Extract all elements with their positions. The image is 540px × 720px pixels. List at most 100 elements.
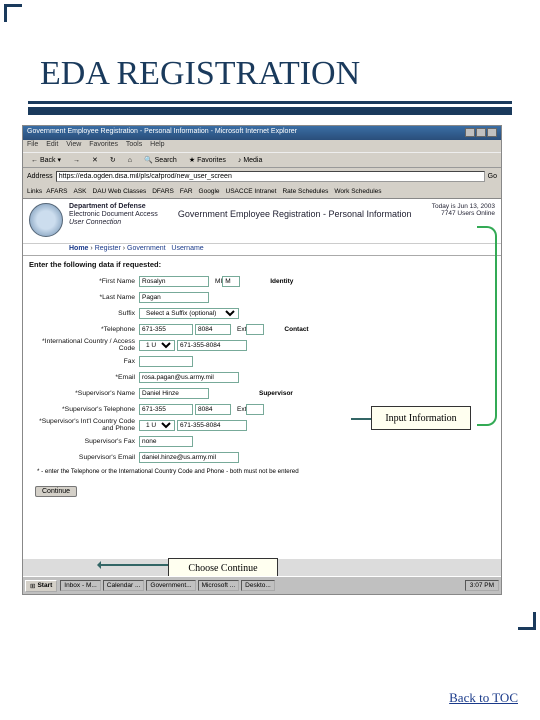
- minimize-icon[interactable]: [465, 128, 475, 137]
- favorites-button[interactable]: ★ Favorites: [185, 155, 230, 165]
- media-button[interactable]: ♪ Media: [234, 156, 267, 165]
- sup-phone-label: *Supervisor's Telephone: [29, 406, 139, 413]
- phone-input-1[interactable]: [139, 324, 193, 335]
- link-afars[interactable]: AFARS: [44, 188, 69, 195]
- address-label: Address: [27, 173, 53, 180]
- suffix-label: Suffix: [29, 310, 139, 317]
- windows-icon: ⊞: [30, 582, 35, 590]
- sup-acc-select[interactable]: 1 US: [139, 420, 175, 431]
- instruction-text: Enter the following data if requested:: [23, 256, 501, 273]
- link-rates[interactable]: Rate Schedules: [280, 188, 330, 195]
- dept-label: Department of Defense: [69, 203, 158, 211]
- ext-label: Ext: [237, 326, 246, 333]
- phone-label: *Telephone: [29, 326, 139, 333]
- link-ask[interactable]: ASK: [72, 188, 89, 195]
- task-calendar[interactable]: Calendar ...: [103, 580, 145, 591]
- breadcrumb: Home › Register › Government Username: [23, 244, 501, 256]
- email-label: *Email: [29, 374, 139, 381]
- link-google[interactable]: Google: [197, 188, 222, 195]
- menu-edit[interactable]: Edit: [46, 141, 58, 148]
- users-online: 7747 Users Online: [432, 210, 495, 217]
- close-icon[interactable]: [487, 128, 497, 137]
- sub-label: User Connection: [69, 219, 158, 227]
- supervisor-section-label: Supervisor: [259, 390, 293, 397]
- sup-fax-label: Supervisor's Fax: [29, 438, 139, 445]
- toolbar: ← Back ▾ → ✕ ↻ ⌂ 🔍 Search ★ Favorites ♪ …: [23, 152, 501, 168]
- sup-name-label: *Supervisor's Name: [29, 390, 139, 397]
- registration-form: *First NameMIIdentity *Last Name SuffixS…: [23, 273, 501, 500]
- maximize-icon[interactable]: [476, 128, 486, 137]
- window-title-text: Government Employee Registration - Perso…: [27, 128, 297, 138]
- sup-email-label: Supervisor's Email: [29, 454, 139, 461]
- search-button[interactable]: 🔍 Search: [140, 155, 181, 165]
- refresh-button[interactable]: ↻: [106, 155, 120, 165]
- link-dfars[interactable]: DFARS: [150, 188, 176, 195]
- callout-input-info: Input Information: [371, 406, 471, 430]
- links-bar: Links AFARS ASK DAU Web Classes DFARS FA…: [23, 184, 501, 199]
- start-button[interactable]: ⊞Start: [25, 580, 57, 592]
- forward-button[interactable]: →: [69, 156, 84, 165]
- continue-button[interactable]: Continue: [35, 486, 77, 497]
- acc-phone-input[interactable]: [177, 340, 247, 351]
- link-dau[interactable]: DAU Web Classes: [91, 188, 149, 195]
- last-name-input[interactable]: [139, 292, 209, 303]
- app-label: Electronic Document Access: [69, 211, 158, 219]
- sup-email-input[interactable]: [139, 452, 239, 463]
- email-input[interactable]: [139, 372, 239, 383]
- menu-help[interactable]: Help: [150, 141, 164, 148]
- identity-section-label: Identity: [270, 278, 293, 285]
- page-content: Department of Defense Electronic Documen…: [23, 199, 501, 559]
- ext-input[interactable]: [246, 324, 264, 335]
- home-button[interactable]: ⌂: [124, 156, 136, 165]
- sup-phone-input-1[interactable]: [139, 404, 193, 415]
- page-title: Government Employee Registration - Perso…: [158, 203, 432, 237]
- phone-input-2[interactable]: [195, 324, 231, 335]
- stop-button[interactable]: ✕: [88, 155, 102, 165]
- taskbar: ⊞Start Inbox - M... Calendar ... Governm…: [23, 576, 501, 594]
- last-name-label: *Last Name: [29, 294, 139, 301]
- link-usacce[interactable]: USACCE Intranet: [224, 188, 279, 195]
- slide-title: EDA REGISTRATION: [0, 0, 540, 93]
- links-label: Links: [27, 188, 42, 195]
- callout-arrow-2: [98, 564, 168, 566]
- mi-label: MI: [215, 278, 222, 285]
- system-tray[interactable]: 3:07 PM: [465, 580, 499, 591]
- menu-view[interactable]: View: [66, 141, 81, 148]
- link-far[interactable]: FAR: [178, 188, 195, 195]
- link-work[interactable]: Work Schedules: [332, 188, 383, 195]
- menu-tools[interactable]: Tools: [126, 141, 142, 148]
- acc-select[interactable]: 1 US: [139, 340, 175, 351]
- sup-name-input[interactable]: [139, 388, 209, 399]
- task-desktop[interactable]: Deskto...: [241, 580, 275, 591]
- go-button[interactable]: Go: [488, 173, 497, 180]
- dod-seal-icon: [29, 203, 63, 237]
- sup-ext-input[interactable]: [246, 404, 264, 415]
- sup-phone-input-2[interactable]: [195, 404, 231, 415]
- first-name-label: *First Name: [29, 278, 139, 285]
- back-to-toc-link[interactable]: Back to TOC: [449, 690, 518, 706]
- today-label: Today is Jun 13, 2003: [432, 203, 495, 210]
- contact-section-label: Contact: [284, 326, 308, 333]
- fax-label: Fax: [29, 358, 139, 365]
- fax-input[interactable]: [139, 356, 193, 367]
- callout-continue: Choose Continue: [168, 558, 278, 578]
- suffix-select[interactable]: Select a Suffix (optional): [139, 308, 239, 319]
- back-button[interactable]: ← Back ▾: [27, 155, 65, 165]
- task-gov[interactable]: Government...: [146, 580, 195, 591]
- first-name-input[interactable]: [139, 276, 209, 287]
- screenshot: Government Employee Registration - Perso…: [22, 125, 502, 595]
- sup-acc-phone-input[interactable]: [177, 420, 247, 431]
- title-rule-thick: [28, 107, 512, 115]
- task-ms[interactable]: Microsoft ...: [198, 580, 240, 591]
- menu-file[interactable]: File: [27, 141, 38, 148]
- task-inbox[interactable]: Inbox - M...: [60, 580, 101, 591]
- address-bar: Address Go: [23, 168, 501, 184]
- bracket-decoration: [477, 226, 497, 426]
- window-titlebar: Government Employee Registration - Perso…: [23, 126, 501, 140]
- mi-input[interactable]: [222, 276, 240, 287]
- acc-label: *International Country / Access Code: [29, 338, 139, 352]
- menu-favorites[interactable]: Favorites: [89, 141, 118, 148]
- sup-acc-label: *Supervisor's Int'l Country Code and Pho…: [29, 418, 139, 432]
- sup-fax-input[interactable]: [139, 436, 193, 447]
- address-input[interactable]: [56, 171, 485, 182]
